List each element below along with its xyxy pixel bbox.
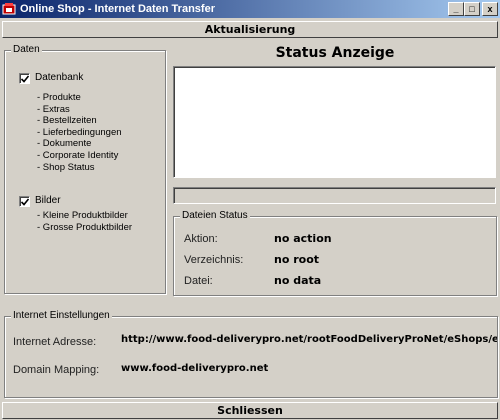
internet-settings-legend: Internet Einstellungen: [11, 310, 112, 322]
list-item: - Shop Status: [37, 161, 95, 173]
domain-mapping-value[interactable]: www.food-deliverypro.net: [121, 362, 268, 375]
window-title: Online Shop - Internet Daten Transfer: [20, 3, 215, 15]
app-window: Online Shop - Internet Daten Transfer _ …: [0, 0, 500, 420]
close-window-button[interactable]: x: [482, 2, 498, 16]
status-title: Status Anzeige: [275, 45, 395, 61]
daten-group: Daten Datenbank - Produkte - Extras - Be…: [4, 44, 166, 294]
internet-settings-group: Internet Einstellungen Internet Adresse:…: [4, 310, 498, 398]
status-log-area[interactable]: [173, 66, 496, 178]
internet-adresse-value[interactable]: http://www.food-deliverypro.net/rootFood…: [121, 333, 497, 346]
close-button[interactable]: Schliessen: [2, 402, 498, 419]
datei-value: no data: [274, 274, 322, 287]
datei-label: Datei:: [184, 275, 213, 287]
checkmark-icon: [21, 75, 29, 83]
domain-mapping-label: Domain Mapping:: [13, 364, 100, 376]
list-item: - Corporate Identity: [37, 149, 119, 161]
dateien-status-legend: Dateien Status: [180, 210, 250, 222]
dateien-status-group: Dateien Status Aktion: no action Verzeic…: [173, 210, 497, 296]
list-item: - Produkte: [37, 92, 81, 103]
verzeichnis-label: Verzeichnis:: [184, 254, 244, 266]
bilder-label: Bilder: [35, 195, 61, 206]
progress-bar: [173, 187, 496, 204]
daten-legend: Daten: [11, 44, 42, 56]
list-item: - Dokumente: [37, 138, 92, 150]
update-button[interactable]: Aktualisierung: [2, 21, 498, 38]
internet-adresse-label: Internet Adresse:: [13, 336, 97, 348]
bilder-list: - Kleine Produktbilder - Grosse Produktb…: [37, 210, 132, 233]
aktion-label: Aktion:: [184, 233, 218, 245]
bilder-checkbox[interactable]: [19, 196, 30, 207]
list-item: - Kleine Produktbilder: [37, 210, 128, 221]
checkmark-icon: [21, 198, 29, 206]
verzeichnis-value: no root: [274, 253, 320, 266]
maximize-button[interactable]: □: [464, 2, 480, 16]
list-item: - Lieferbedingungen: [37, 126, 122, 138]
datenbank-checkbox[interactable]: [19, 73, 30, 84]
aktion-value: no action: [274, 232, 332, 245]
minimize-button[interactable]: _: [448, 2, 464, 16]
title-bar[interactable]: Online Shop - Internet Daten Transfer _ …: [0, 0, 500, 18]
app-icon: [2, 2, 16, 16]
datenbank-list: - Produkte - Extras - Bestellzeiten - Li…: [37, 92, 122, 173]
list-item: - Bestellzeiten: [37, 115, 97, 127]
datenbank-label: Datenbank: [35, 72, 84, 83]
list-item: - Extras: [37, 103, 70, 115]
list-item: - Grosse Produktbilder: [37, 221, 133, 233]
